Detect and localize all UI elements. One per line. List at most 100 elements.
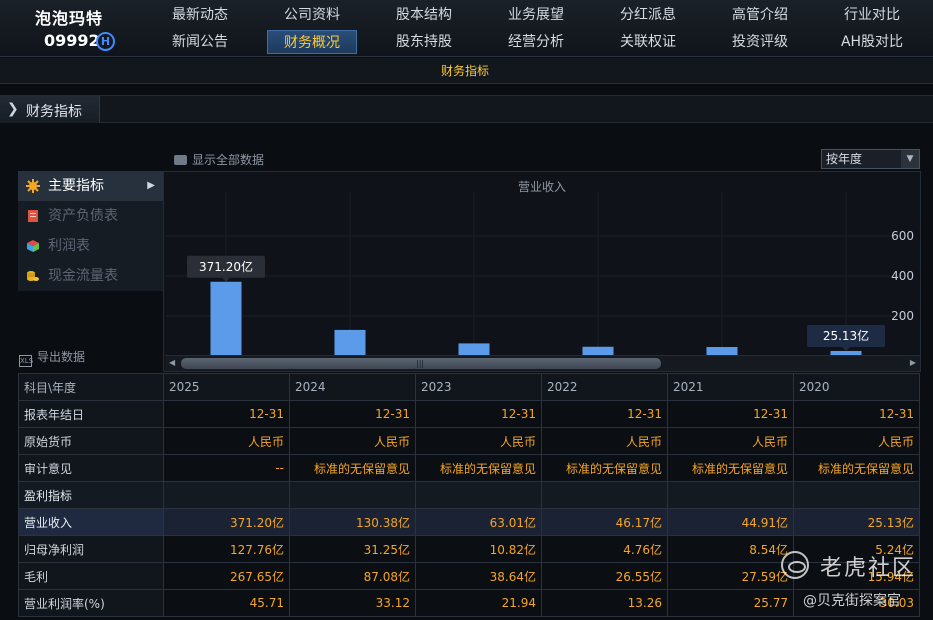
scroll-left-icon[interactable]: ◀: [169, 358, 175, 367]
hk-market-icon: H: [96, 32, 115, 51]
nav-item-row2-2[interactable]: 股东持股: [379, 30, 469, 54]
table-cell: [289, 481, 416, 509]
scroll-right-icon[interactable]: ▶: [910, 358, 916, 367]
row-label: 营业利润率(%): [18, 589, 164, 617]
nav-item-row2-3[interactable]: 经营分析: [491, 30, 581, 54]
revenue-chart: 200 400 600 371.20亿 25.13亿 营业收入: [163, 171, 921, 372]
header-cell-year[interactable]: 2024: [289, 373, 416, 401]
table-row: 营业利润率(%) 45.71 33.12 21.94 13.26 25.77 30.03: [18, 589, 920, 617]
table-cell: 127.76亿: [163, 535, 290, 563]
bar-2025: [210, 281, 242, 356]
side-item-label: 利润表: [48, 238, 90, 254]
nav-item-row1-4[interactable]: 分红派息: [603, 3, 693, 27]
nav-item-row1-3[interactable]: 业务展望: [491, 3, 581, 27]
table-row: 原始货币 人民币 人民币 人民币 人民币 人民币 人民币: [18, 427, 920, 455]
header-cell-year[interactable]: 2020: [793, 373, 920, 401]
y-tick-label: 400: [891, 269, 914, 283]
table-cell: [667, 481, 794, 509]
row-label: 毛利: [18, 562, 164, 590]
table-cell: 8.54亿: [667, 535, 794, 563]
show-all-data-toggle[interactable]: 显示全部数据: [174, 151, 264, 168]
nav-item-row2-0[interactable]: 新闻公告: [155, 30, 245, 54]
table-cell: 12-31: [667, 400, 794, 428]
watermark-sub: @贝克街探案官: [803, 593, 901, 609]
row-label: 营业收入: [18, 508, 164, 536]
nav-item-row2-5[interactable]: 投资评级: [715, 30, 805, 54]
table-cell: [415, 481, 542, 509]
table-cell: 38.64亿: [415, 562, 542, 590]
coins-icon: [27, 271, 39, 281]
nav-item-row2-1[interactable]: 财务概况: [267, 30, 357, 54]
bar-2024: [334, 329, 366, 356]
table-cell: 标准的无保留意见: [667, 454, 794, 482]
document-icon: [28, 210, 38, 222]
table-cell: 25.77: [667, 589, 794, 617]
table-cell: 33.12: [289, 589, 416, 617]
subnav-financial-indicators[interactable]: 财务指标: [441, 62, 489, 79]
nav-item-row2-6[interactable]: AH股对比: [827, 30, 917, 54]
table-cell: [793, 481, 920, 509]
export-data-button[interactable]: XLS 导出数据: [19, 348, 85, 367]
table-cell: 人民币: [415, 427, 542, 455]
nav-item-row2-4[interactable]: 关联权证: [603, 30, 693, 54]
chevron-right-icon: ❯: [7, 101, 19, 117]
company-name: 泡泡玛特: [35, 9, 104, 28]
gear-icon: [26, 179, 40, 193]
table-cell: 63.01亿: [415, 508, 542, 536]
section-tab[interactable]: ❯ 财务指标: [0, 96, 100, 123]
table-row: 审计意见 -- 标准的无保留意见 标准的无保留意见 标准的无保留意见 标准的无保留意见 标准…: [18, 454, 920, 482]
top-navigation: 泡泡玛特 09992 H 最新动态 公司资料 股本结构 业务展望 分红派息 高管介绍 行业对…: [0, 0, 933, 57]
section-title: 财务指标: [26, 104, 82, 120]
side-item-label: 主要指标: [48, 178, 104, 194]
header-cell-year[interactable]: 2023: [415, 373, 542, 401]
cube-icon: [27, 240, 39, 252]
table-cell: 标准的无保留意见: [289, 454, 416, 482]
table-cell: 人民币: [541, 427, 668, 455]
table-cell: 21.94: [415, 589, 542, 617]
grip-icon: |||: [416, 359, 425, 368]
side-item-label: 现金流量表: [48, 268, 118, 284]
chart-scrollbar[interactable]: ◀ ||| ▶: [165, 355, 920, 371]
table-cell: 人民币: [793, 427, 920, 455]
table-cell: 26.55亿: [541, 562, 668, 590]
side-item-balance-sheet[interactable]: 资产负债表: [18, 201, 163, 231]
table-cell: 10.82亿: [415, 535, 542, 563]
nav-item-row1-1[interactable]: 公司资料: [267, 3, 357, 27]
side-item-income-statement[interactable]: 利润表: [18, 231, 163, 261]
table-cell: 人民币: [289, 427, 416, 455]
table-cell: 人民币: [163, 427, 290, 455]
scroll-thumb[interactable]: |||: [181, 358, 661, 369]
show-all-label: 显示全部数据: [192, 153, 265, 167]
y-tick-label: 200: [891, 309, 914, 323]
header-cell-year[interactable]: 2025: [163, 373, 290, 401]
data-label: 371.20亿: [199, 259, 253, 274]
header-cell-label: 科目\年度: [18, 373, 164, 401]
table-cell: [163, 481, 290, 509]
tiger-logo-icon: [781, 551, 809, 579]
table-cell: 45.71: [163, 589, 290, 617]
header-cell-year[interactable]: 2021: [667, 373, 794, 401]
data-label: 25.13亿: [823, 328, 869, 343]
table-row: 营业收入 371.20亿 130.38亿 63.01亿 46.17亿 44.91亿 25.1…: [18, 508, 920, 536]
nav-item-row1-6[interactable]: 行业对比: [827, 3, 917, 27]
nav-item-row1-2[interactable]: 股本结构: [379, 3, 469, 27]
dropdown-arrow-icon[interactable]: ▼: [901, 150, 919, 168]
nav-item-row1-0[interactable]: 最新动态: [155, 3, 245, 27]
side-item-cash-flow[interactable]: 现金流量表: [18, 261, 163, 291]
sub-navigation: 财务指标: [0, 58, 933, 84]
period-select[interactable]: 按年度 ▼: [821, 149, 920, 169]
comment-icon: [174, 155, 187, 165]
nav-item-row1-5[interactable]: 高管介绍: [715, 3, 805, 27]
table-cell: 371.20亿: [163, 508, 290, 536]
row-label: 归母净利润: [18, 535, 164, 563]
table-cell: 标准的无保留意见: [793, 454, 920, 482]
triangle-right-icon: ▶: [147, 180, 155, 191]
table-cell: 31.25亿: [289, 535, 416, 563]
export-label: 导出数据: [37, 350, 86, 364]
table-cell: 44.91亿: [667, 508, 794, 536]
side-item-label: 资产负债表: [48, 208, 118, 224]
side-item-main-indicators[interactable]: 主要指标 ▶: [18, 171, 163, 201]
row-label: 报表年结日: [18, 400, 164, 428]
table-cell: 12-31: [289, 400, 416, 428]
header-cell-year[interactable]: 2022: [541, 373, 668, 401]
